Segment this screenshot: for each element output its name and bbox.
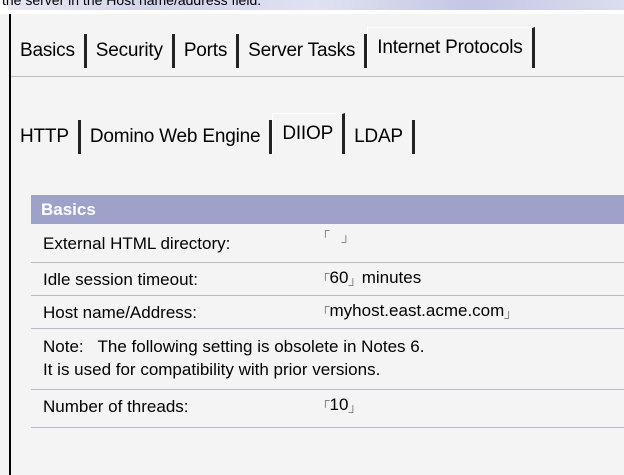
server-document-frame: Basics Security Ports Server Tasks Inter… bbox=[9, 14, 624, 475]
unit-minutes: minutes bbox=[361, 268, 422, 287]
field-close-bracket-icon: ┘ bbox=[348, 405, 357, 419]
label-host-name-address: Host name/Address: bbox=[43, 303, 198, 322]
tab-divider bbox=[11, 76, 624, 77]
top-banner: the server in the Host name/address fiel… bbox=[0, 0, 624, 14]
field-host-name-address[interactable]: ┌myhost.east.acme.com┘ bbox=[321, 299, 513, 325]
field-close-bracket-icon: ┘ bbox=[504, 311, 513, 325]
field-number-of-threads[interactable]: ┌10┘ bbox=[321, 393, 357, 419]
row-number-of-threads: Number of threads: ┌10┘ bbox=[31, 390, 624, 428]
value-host-name-address: myhost.east.acme.com bbox=[329, 301, 505, 320]
label-external-html-directory: External HTML directory: bbox=[43, 234, 231, 253]
tab-server-tasks[interactable]: Server Tasks bbox=[239, 34, 368, 68]
row-obsolete-note: Note: The following setting is obsolete … bbox=[31, 329, 624, 390]
tab-security[interactable]: Security bbox=[87, 34, 175, 68]
field-open-bracket-icon: ┌ bbox=[321, 223, 330, 237]
subtab-ldap[interactable]: LDAP bbox=[345, 120, 415, 154]
label-number-of-threads: Number of threads: bbox=[43, 397, 189, 416]
row-external-html-directory: External HTML directory: ┌┘ bbox=[31, 223, 624, 263]
field-open-bracket-icon: ┌ bbox=[321, 393, 330, 407]
row-idle-session-timeout: Idle session timeout: ┌60┘ minutes bbox=[31, 263, 624, 296]
obsolete-note: Note: The following setting is obsolete … bbox=[43, 335, 424, 381]
subtab-domino-web-engine[interactable]: Domino Web Engine bbox=[81, 120, 273, 154]
tab-internet-protocols[interactable]: Internet Protocols bbox=[367, 27, 535, 68]
main-tab-bar: Basics Security Ports Server Tasks Inter… bbox=[11, 27, 535, 68]
field-open-bracket-icon: ┌ bbox=[321, 266, 330, 280]
section-header-basics: Basics bbox=[31, 195, 624, 224]
label-idle-session-timeout: Idle session timeout: bbox=[43, 270, 198, 289]
subtab-diiop[interactable]: DIIOP bbox=[272, 113, 346, 154]
tab-ports[interactable]: Ports bbox=[175, 34, 240, 68]
note-line-2: It is used for compatibility with prior … bbox=[43, 360, 381, 379]
field-idle-session-timeout[interactable]: ┌60┘ minutes bbox=[321, 266, 422, 292]
settings-table: External HTML directory: ┌┘ Idle session… bbox=[31, 223, 624, 428]
field-external-html-directory[interactable]: ┌┘ bbox=[321, 223, 350, 249]
note-line-1: Note: The following setting is obsolete … bbox=[43, 337, 425, 356]
row-host-name-address: Host name/Address: ┌myhost.east.acme.com… bbox=[31, 296, 624, 329]
field-close-bracket-icon: ┘ bbox=[341, 235, 351, 249]
tab-basics[interactable]: Basics bbox=[11, 34, 87, 68]
field-open-bracket-icon: ┌ bbox=[321, 299, 330, 313]
value-idle-session-timeout: 60 bbox=[329, 268, 349, 287]
subtab-http[interactable]: HTTP bbox=[11, 120, 81, 154]
sub-tab-bar: HTTP Domino Web Engine DIIOP LDAP bbox=[11, 113, 415, 154]
value-number-of-threads: 10 bbox=[329, 395, 349, 414]
field-close-bracket-icon: ┘ bbox=[348, 278, 357, 292]
caption-text: the server in the Host name/address fiel… bbox=[2, 0, 262, 8]
